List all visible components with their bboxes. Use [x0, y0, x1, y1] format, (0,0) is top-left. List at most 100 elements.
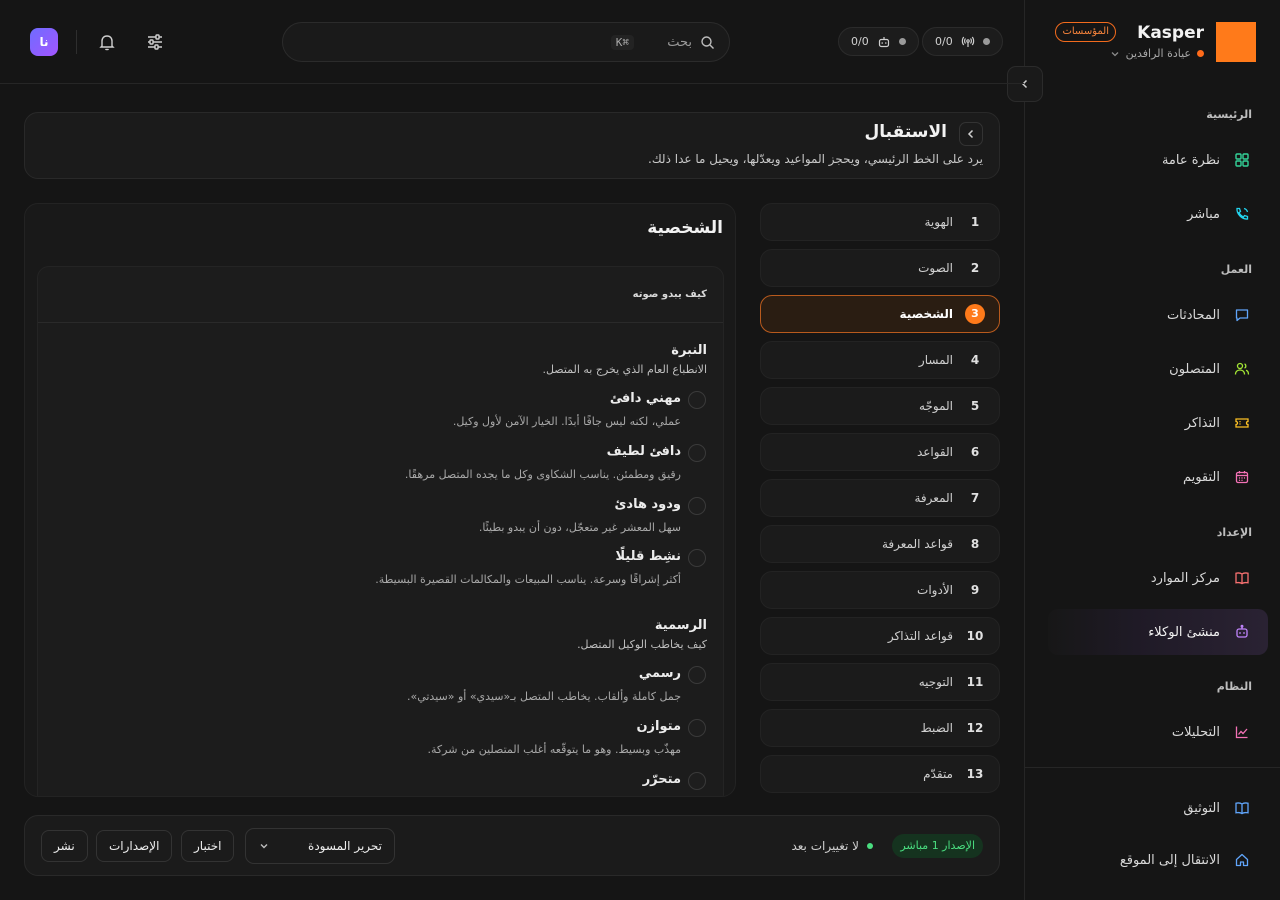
test-button[interactable]: اختبار — [181, 830, 235, 862]
sidebar-item-label: نظرة عامة — [1161, 152, 1220, 168]
publish-button[interactable]: نشر — [41, 830, 88, 862]
chevron-left-icon — [967, 129, 974, 139]
sidebar-item-analytics[interactable]: التحليلات — [1048, 709, 1268, 755]
active-agents-stat[interactable]: 0/0 — [838, 27, 919, 56]
step-label: التوجيه — [918, 675, 953, 689]
sidebar-item-label: المتصلون — [1169, 361, 1220, 377]
step-tuning[interactable]: 12 الضبط — [760, 709, 1000, 747]
step-routing[interactable]: 11 التوجيه — [760, 663, 1000, 701]
sidebar-item-label: مباشر — [1187, 206, 1220, 222]
sidebar-item-label: الانتقال إلى الموقع — [1119, 852, 1220, 868]
broadcast-icon — [961, 35, 975, 49]
step-label: الشخصية — [899, 307, 953, 321]
org-switcher[interactable]: عيادة الرافدين — [1110, 47, 1204, 60]
sidebar-item-conversations[interactable]: المحادثات — [1048, 292, 1268, 338]
book-open-icon — [1234, 800, 1250, 816]
back-button[interactable] — [959, 122, 983, 146]
search-input[interactable] — [642, 34, 692, 50]
sidebar-item-label: التوثيق — [1183, 800, 1220, 816]
option-description: جمل كاملة وألقاب. يخاطب المتصل بـ«سيدي» … — [406, 690, 681, 703]
brand-logo — [1216, 22, 1256, 62]
step-number: 2 — [970, 261, 980, 275]
topbar-divider — [76, 30, 77, 54]
sidebar-item-callers[interactable]: المتصلون — [1048, 346, 1268, 392]
nav-section-title: العمل — [1220, 263, 1252, 276]
home-icon — [1234, 852, 1250, 868]
formality-option-formal[interactable]: رسمي جمل كاملة وألقاب. يخاطب المتصل بـ«س… — [54, 666, 707, 706]
version-badge: الإصدار 1 مباشر — [892, 834, 983, 858]
option-label: دافئ لطيف — [606, 444, 681, 459]
step-ticket-rules[interactable]: 10 قواعد التذاكر — [760, 617, 1000, 655]
tone-option-warm-professional[interactable]: مهني دافئ عملي، لكنه ليس جافًا أبدًا. ال… — [54, 391, 707, 431]
formality-option-casual[interactable]: متحرّر — [54, 772, 707, 796]
nav-section-title: النظام — [1216, 680, 1252, 693]
step-knowledge-bases[interactable]: 8 قواعد المعرفة — [760, 525, 1000, 563]
live-calls-stat[interactable]: 0/0 — [922, 27, 1003, 56]
step-knowledge[interactable]: 7 المعرفة — [760, 479, 1000, 517]
tone-option-calm-friendly[interactable]: ودود هادئ سهل المعشر غير متعجّل، دون أن … — [54, 497, 707, 537]
step-label: المسار — [918, 353, 953, 367]
formality-group-description: كيف يخاطب الوكيل المتصل. — [577, 638, 707, 651]
formality-group-title: الرسمية — [654, 618, 707, 633]
chat-icon — [1234, 307, 1250, 323]
sidebar-item-live[interactable]: مباشر — [1048, 191, 1268, 237]
status-dot — [898, 38, 906, 45]
avatar[interactable]: نا — [30, 28, 58, 56]
brand[interactable]: Kasper المؤسسات عيادة الرافدين — [1046, 22, 1256, 62]
step-prompt[interactable]: 5 الموجّه — [760, 387, 1000, 425]
step-number: 7 — [970, 491, 980, 505]
radio-button[interactable] — [688, 719, 706, 737]
step-label: قواعد المعرفة — [881, 537, 953, 551]
grid-icon — [1234, 152, 1250, 168]
bell-icon[interactable] — [95, 30, 119, 54]
phone-icon — [1234, 206, 1250, 222]
page-title: الاستقبال — [864, 122, 947, 142]
option-label: متحرّر — [642, 772, 681, 787]
bot-icon — [877, 35, 891, 49]
draft-select-value: تحرير المسودة — [308, 839, 382, 853]
sidebar: Kasper المؤسسات عيادة الرافدين الرئيسية … — [1007, 0, 1280, 900]
step-label: الصوت — [918, 261, 953, 275]
radio-button[interactable] — [688, 549, 706, 567]
step-number: 10 — [966, 629, 984, 643]
step-rules[interactable]: 6 القواعد — [760, 433, 1000, 471]
org-status-dot — [1197, 50, 1204, 57]
tone-group-title: النبرة — [671, 343, 707, 358]
sidebar-item-calendar[interactable]: التقويم — [1048, 454, 1268, 500]
sidebar-item-resource-center[interactable]: مركز الموارد — [1048, 555, 1268, 601]
filters-icon[interactable] — [143, 30, 167, 54]
radio-button[interactable] — [688, 772, 706, 790]
step-tools[interactable]: 9 الأدوات — [760, 571, 1000, 609]
step-advanced[interactable]: 13 متقدّم — [760, 755, 1000, 793]
tone-group-description: الانطباع العام الذي يخرج به المتصل. — [542, 363, 707, 376]
step-personality[interactable]: 3 الشخصية — [760, 295, 1000, 333]
sidebar-item-overview[interactable]: نظرة عامة — [1048, 137, 1268, 183]
tone-option-warm-gentle[interactable]: دافئ لطيف رقيق ومطمئن. يناسب الشكاوى وكل… — [54, 444, 707, 484]
step-number: 3 — [965, 304, 985, 324]
sidebar-item-go-to-site[interactable]: الانتقال إلى الموقع — [1048, 837, 1268, 883]
live-calls-count: 0/0 — [935, 35, 953, 48]
radio-button[interactable] — [688, 666, 706, 684]
formality-option-balanced[interactable]: متوازن مهذّب وبسيط. وهو ما يتوقّعه أغلب … — [54, 719, 707, 759]
sidebar-item-tickets[interactable]: التذاكر — [1048, 400, 1268, 446]
step-flow[interactable]: 4 المسار — [760, 341, 1000, 379]
chevron-down-icon — [258, 840, 270, 852]
card-divider — [38, 322, 723, 323]
draft-select[interactable]: تحرير المسودة — [245, 828, 395, 864]
sidebar-item-agent-builder[interactable]: منشئ الوكلاء — [1048, 609, 1268, 655]
versions-button[interactable]: الإصدارات — [96, 830, 173, 862]
personality-panel: الشخصية كيف يبدو صوته النبرة الانطباع ال… — [24, 203, 736, 797]
search-bar[interactable]: ⌘K — [282, 22, 730, 62]
step-voice[interactable]: 2 الصوت — [760, 249, 1000, 287]
radio-button[interactable] — [688, 444, 706, 462]
step-number: 11 — [966, 675, 984, 689]
tone-option-upbeat[interactable]: نشِط قليلًا أكثر إشراقًا وسرعة. يناسب ال… — [54, 549, 707, 589]
radio-button[interactable] — [688, 391, 706, 409]
step-number: 5 — [970, 399, 980, 413]
sidebar-item-docs[interactable]: التوثيق — [1048, 785, 1268, 831]
option-description: سهل المعشر غير متعجّل، دون أن يبدو بطيئً… — [478, 521, 681, 534]
step-label: قواعد التذاكر — [887, 629, 953, 643]
radio-button[interactable] — [688, 497, 706, 515]
users-icon — [1234, 361, 1250, 377]
step-identity[interactable]: 1 الهوية — [760, 203, 1000, 241]
